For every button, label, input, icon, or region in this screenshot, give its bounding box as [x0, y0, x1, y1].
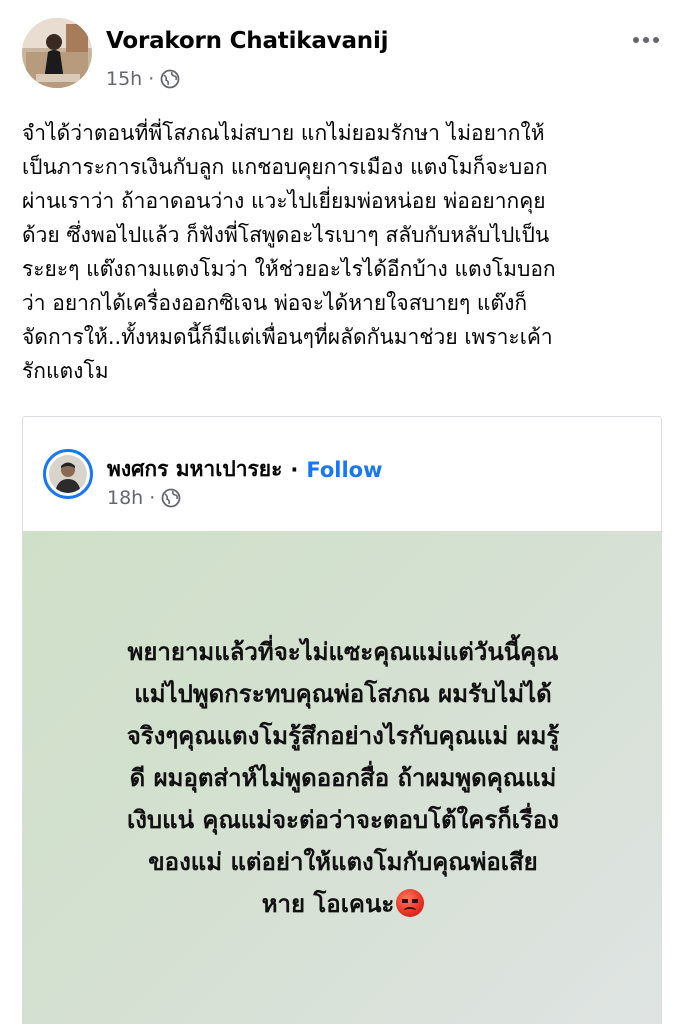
meta-separator: ·	[149, 487, 156, 509]
follow-button[interactable]: Follow	[306, 458, 382, 482]
post-text-line: รักแตงโม	[22, 359, 109, 383]
post-text-line: จำได้ว่าตอนที่พี่โสภณไม่สบาย แกไม่ยอมรัก…	[22, 121, 545, 145]
post-meta: 15h ·	[106, 68, 180, 90]
bg-text-line: เงิบแน่ คุณแม่จะต่อว่าจะตอบโต้ใครก็เรื่อ…	[127, 806, 559, 834]
shared-post-header: พงศกร มหาเปารยะ · Follow 18h ·	[23, 417, 661, 531]
bg-text-line: จริงๆคุณแตงโมรู้สึกอย่างไรกับคุณแม่ ผมรู…	[126, 722, 560, 750]
shared-post-time[interactable]: 18h	[107, 487, 143, 509]
meta-separator: ·	[148, 68, 155, 90]
bg-text-final: หาย โอเคนะ	[261, 890, 395, 918]
more-horizontal-icon	[633, 37, 639, 43]
post-text-line: เป็นภาระการเงินกับลูก แกชอบคุยการเมือง แ…	[22, 155, 548, 179]
bg-text-line: แม่ไปพูดกระทบคุณพ่อโสภณ ผมรับไม่ได้	[134, 680, 552, 708]
shared-post-card[interactable]: พงศกร มหาเปารยะ · Follow 18h · พยายามแล้…	[22, 416, 662, 1024]
background-text: พยายามแล้วที่จะไม่แซะคุณแม่แต่วันนี้คุณ …	[23, 631, 661, 925]
post-text-line: ผ่านเราว่า ถ้าอาดอนว่าง แวะไปเยี่ยมพ่อหน…	[22, 189, 546, 213]
globe-icon	[160, 69, 180, 89]
name-separator: ·	[290, 457, 299, 482]
angry-face-emoji-icon	[396, 889, 425, 917]
post-header: Vorakorn Chatikavanij 15h ·	[0, 0, 682, 100]
shared-author-avatar[interactable]	[43, 449, 93, 499]
bg-text-line: ดี ผมอุตส่าห์ไม่พูดออกสื่อ ถ้าผมพูดคุณแม…	[129, 764, 557, 792]
post-text-line: ระยะๆ แต๊งถามแตงโมว่า ให้ช่วยอะไรได้อีกบ…	[22, 257, 556, 281]
post-text: จำได้ว่าตอนที่พี่โสภณไม่สบาย แกไม่ยอมรัก…	[22, 116, 662, 388]
post-text-line: ด้วย ซึ่งพอไปแล้ว ก็ฟังพี่โสพูดอะไรเบาๆ …	[22, 223, 550, 247]
bg-text-line: พยายามแล้วที่จะไม่แซะคุณแม่แต่วันนี้คุณ	[127, 638, 559, 666]
more-options-button[interactable]	[628, 22, 664, 58]
author-name[interactable]: Vorakorn Chatikavanij	[106, 28, 389, 54]
shared-author-row: พงศกร มหาเปารยะ · Follow	[107, 453, 383, 486]
shared-post-meta: 18h ·	[107, 487, 181, 509]
bg-text-line: ของแม่ แต่อย่าให้แตงโมกับคุณพ่อเสีย	[148, 848, 538, 876]
globe-icon	[161, 488, 181, 508]
post-time[interactable]: 15h	[106, 68, 142, 90]
bg-text-line-last: หาย โอเคนะ	[23, 883, 661, 925]
post-text-line: ว่า อยากได้เครื่องออกซิเจน พ่อจะได้หายใจ…	[22, 291, 528, 315]
shared-author-name[interactable]: พงศกร มหาเปารยะ	[107, 453, 282, 486]
author-avatar[interactable]	[22, 18, 92, 88]
post-text-line: จัดการให้..ทั้งหมดนี้ก็มีแต่เพื่อนๆที่ผล…	[22, 325, 553, 349]
background-text-post[interactable]: พยายามแล้วที่จะไม่แซะคุณแม่แต่วันนี้คุณ …	[23, 531, 661, 1024]
